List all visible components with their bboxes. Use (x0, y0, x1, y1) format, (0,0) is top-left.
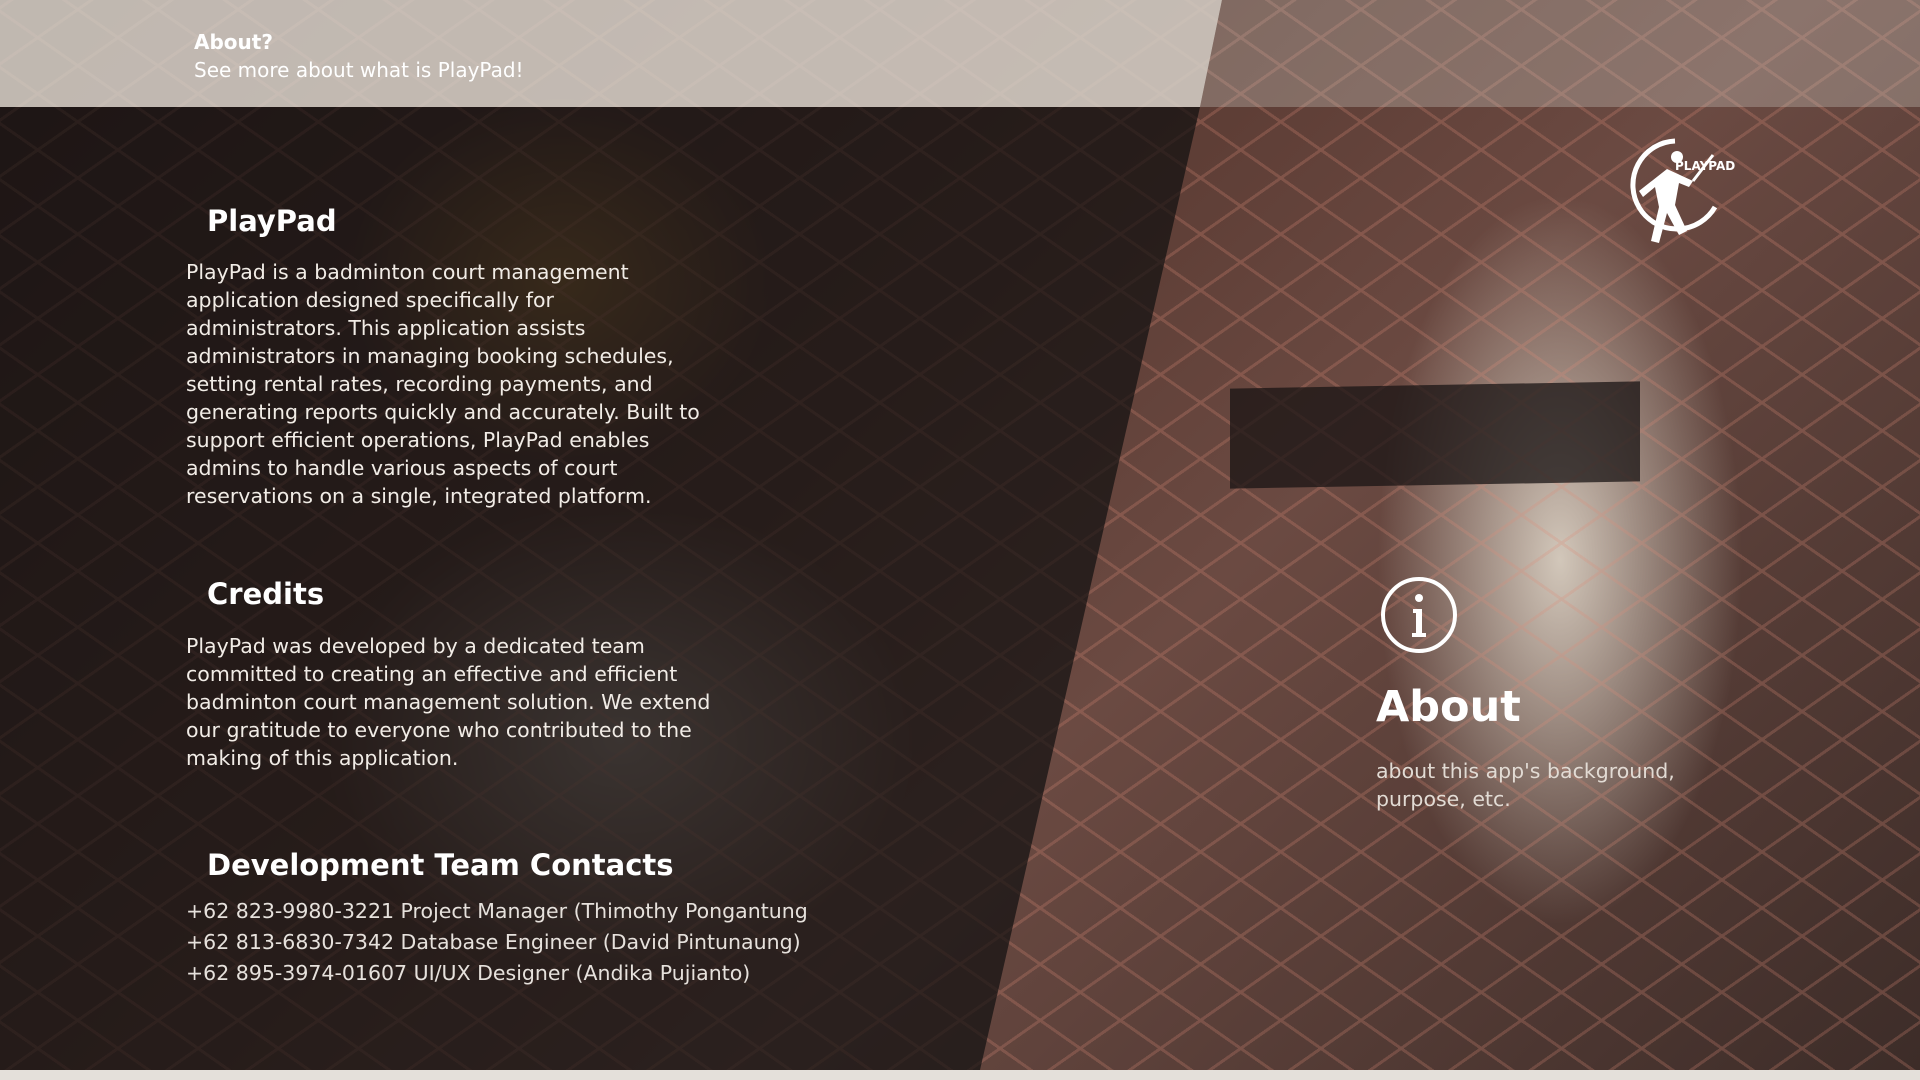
about-title: About (1376, 682, 1521, 732)
playpad-section-body: PlayPad is a badminton court management … (186, 260, 700, 508)
logo-text: PLAYPAD (1675, 159, 1735, 173)
contact-item: +62 813-6830-7342 Database Engineer (Dav… (186, 930, 801, 954)
contact-item: +62 895-3974-01607 UI/UX Designer (Andik… (186, 961, 751, 985)
bottom-strip (0, 1070, 1920, 1080)
playpad-logo: PLAYPAD (1615, 135, 1735, 275)
contacts-section-title: Development Team Contacts (207, 848, 674, 882)
about-description: about this app's background, purpose, et… (1376, 759, 1675, 811)
background-shuttlecock-band (1230, 381, 1640, 489)
credits-section-title: Credits (207, 577, 325, 611)
playpad-section-title: PlayPad (207, 204, 337, 238)
credits-section-body: PlayPad was developed by a dedicated tea… (186, 634, 711, 770)
header-title: About? (194, 30, 273, 54)
header-subtitle: See more about what is PlayPad! (194, 58, 524, 82)
contact-item: +62 823-9980-3221 Project Manager (Thimo… (186, 899, 808, 923)
info-icon (1380, 576, 1458, 654)
